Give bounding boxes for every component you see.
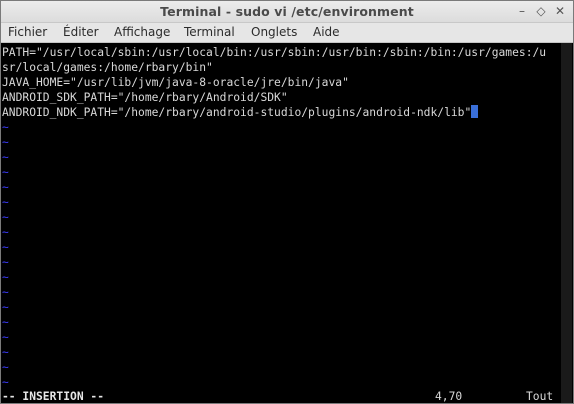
empty-line-tilde: ~ [2, 196, 9, 209]
menu-bar: Fichier Éditer Affichage Terminal Onglet… [1, 23, 573, 43]
empty-line-tilde: ~ [2, 226, 9, 239]
menu-editer[interactable]: Éditer [63, 25, 99, 39]
empty-line-tilde: ~ [2, 331, 9, 344]
editor-line-current: ANDROID_NDK_PATH="/home/rbary/android-st… [2, 105, 479, 120]
empty-line-tilde: ~ [2, 361, 9, 374]
window-title: Terminal - sudo vi /etc/environment [160, 4, 414, 19]
cursor-position: 4,70 [435, 390, 463, 403]
empty-line-tilde: ~ [2, 151, 9, 164]
scroll-indicator: Tout [526, 390, 554, 403]
minimize-icon[interactable]: – [514, 3, 530, 19]
empty-line-tilde: ~ [2, 286, 9, 299]
editor-line-text: ANDROID_NDK_PATH="/home/rbary/android-st… [2, 106, 472, 119]
empty-line-tilde: ~ [2, 346, 9, 359]
editor-line: ANDROID_SDK_PATH="/home/rbary/Android/SD… [2, 91, 288, 104]
empty-line-tilde: ~ [2, 256, 9, 269]
empty-line-tilde: ~ [2, 271, 9, 284]
menu-fichier[interactable]: Fichier [8, 25, 47, 39]
menu-affichage[interactable]: Affichage [114, 25, 170, 39]
empty-line-tilde: ~ [2, 136, 9, 149]
menu-terminal[interactable]: Terminal [184, 25, 235, 39]
terminal-area[interactable]: PATH="/usr/local/sbin:/usr/local/bin:/us… [1, 43, 573, 403]
close-icon[interactable]: ✕ [552, 3, 568, 19]
empty-line-tilde: ~ [2, 211, 9, 224]
menu-aide[interactable]: Aide [313, 25, 340, 39]
empty-line-tilde: ~ [2, 301, 9, 314]
terminal-window: Terminal - sudo vi /etc/environment – ◇ … [0, 0, 574, 404]
empty-line-tilde: ~ [2, 376, 9, 389]
menu-onglets[interactable]: Onglets [251, 25, 297, 39]
empty-line-tilde: ~ [2, 121, 9, 134]
empty-line-tilde: ~ [2, 316, 9, 329]
editor-line: JAVA_HOME="/usr/lib/jvm/java-8-oracle/jr… [2, 76, 349, 89]
text-cursor [471, 105, 479, 118]
maximize-icon[interactable]: ◇ [533, 3, 549, 19]
scrollbar[interactable] [561, 43, 572, 403]
empty-line-tilde: ~ [2, 166, 9, 179]
mode-indicator: -- INSERTION -- [2, 390, 105, 403]
editor-line: sr/local/games:/home/rbary/bin" [2, 61, 213, 74]
title-bar[interactable]: Terminal - sudo vi /etc/environment – ◇ … [1, 1, 573, 23]
empty-line-tilde: ~ [2, 241, 9, 254]
empty-line-tilde: ~ [2, 181, 9, 194]
editor-line: PATH="/usr/local/sbin:/usr/local/bin:/us… [2, 46, 547, 59]
